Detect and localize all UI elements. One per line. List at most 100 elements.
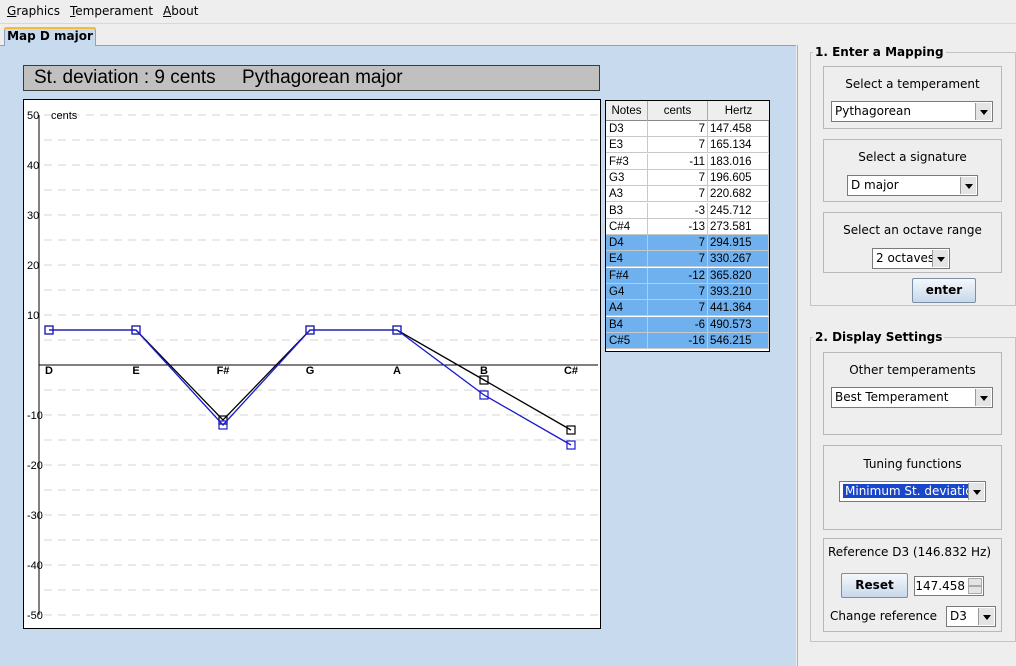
reference-box: Reference D3 (146.832 Hz) Reset 147.458 … — [823, 538, 1002, 632]
octave-select[interactable]: 2 octaves — [872, 248, 950, 269]
header-hertz[interactable]: Hertz — [708, 101, 769, 121]
signature-value: D major — [851, 178, 899, 192]
chevron-down-icon[interactable] — [960, 177, 976, 194]
table-row[interactable]: D4 7 294.915 — [606, 235, 769, 252]
tab-map-d-major[interactable]: Map D major — [4, 27, 96, 46]
table-cell-hertz: 147.458 — [708, 121, 769, 137]
reference-label: Reference D3 (146.832 Hz) — [828, 545, 992, 559]
signature-box: Select a signature D major — [823, 139, 1002, 202]
table-cell-note: E3 — [606, 137, 648, 154]
table-cell-note: B3 — [606, 202, 648, 219]
table-cell-note: D3 — [606, 121, 648, 137]
table-cell-note: D4 — [606, 235, 648, 252]
table-row[interactable]: E4 7 330.267 — [606, 251, 769, 268]
y-tick-label: 20 — [27, 260, 39, 272]
table-row[interactable]: E3 7 165.134 — [606, 137, 769, 154]
chart-canvas: 50 40 30 20 10 -10 -20 -30 -40 -50 cents D E F# G A B C# — [27, 110, 598, 622]
table-cell-hertz: 294.915 — [708, 235, 769, 252]
table-row[interactable]: B3 -3 245.712 — [606, 202, 769, 219]
y-tick-label: 40 — [27, 160, 39, 172]
tuning-functions-select[interactable]: Minimum St. deviation — [839, 481, 986, 502]
table-cell-note: G3 — [606, 169, 648, 186]
chevron-down-icon[interactable] — [978, 608, 994, 625]
table-row[interactable]: D3 7 147.458 — [606, 121, 769, 137]
table-cell-note: C#4 — [606, 218, 648, 235]
deviation-graph: 50 40 30 20 10 -10 -20 -30 -40 -50 cents D E F# G A B C# — [23, 99, 601, 629]
table-cell-hertz: 365.820 — [708, 267, 769, 284]
table-cell-cents: -13 — [648, 218, 708, 235]
deviation-title: St. deviation : 9 cents Pythagorean majo… — [23, 65, 600, 91]
menu-about[interactable]: About — [163, 4, 199, 18]
header-notes[interactable]: Notes — [606, 101, 648, 121]
reference-spinner[interactable]: 147.458 — [914, 576, 984, 596]
chevron-down-icon[interactable] — [975, 103, 991, 120]
table-cell-note: A4 — [606, 300, 648, 317]
other-temperaments-select[interactable]: Best Temperament — [831, 387, 993, 408]
mapping-title: 1. Enter a Mapping — [813, 45, 946, 59]
enter-button[interactable]: enter — [912, 278, 976, 303]
signature-select[interactable]: D major — [847, 175, 978, 196]
table-cell-hertz: 165.134 — [708, 137, 769, 154]
chevron-down-icon[interactable] — [975, 389, 991, 406]
change-reference-value: D3 — [950, 609, 967, 623]
y-tick-label: -30 — [27, 510, 43, 522]
table-row[interactable]: C#4 -13 273.581 — [606, 218, 769, 235]
change-reference-select[interactable]: D3 — [946, 606, 996, 627]
table-cell-hertz: 393.210 — [708, 284, 769, 300]
tuning-functions-box: Tuning functions Minimum St. deviation — [823, 445, 1002, 530]
tuning-functions-label: Tuning functions — [863, 457, 962, 471]
table-row[interactable]: C#5 -16 546.215 — [606, 332, 769, 349]
chevron-down-icon[interactable] — [932, 250, 948, 267]
header-cents[interactable]: cents — [648, 101, 708, 121]
menu-graphics[interactable]: Graphics — [7, 4, 60, 18]
table-row[interactable]: B4 -6 490.573 — [606, 316, 769, 333]
x-tick-label: A — [393, 365, 401, 377]
other-temperaments-value: Best Temperament — [835, 390, 949, 404]
table-cell-cents: 7 — [648, 284, 708, 300]
reset-button[interactable]: Reset — [841, 573, 908, 598]
table-row[interactable]: F#4 -12 365.820 — [606, 267, 769, 284]
table-cell-cents: 7 — [648, 169, 708, 186]
table-row[interactable]: G4 7 393.210 — [606, 284, 769, 300]
signature-label: Select a signature — [858, 150, 967, 164]
y-tick-label: 50 — [27, 110, 39, 122]
x-tick-label: D — [45, 365, 53, 377]
spinner-up-icon[interactable] — [968, 578, 982, 586]
table-cell-hertz: 245.712 — [708, 202, 769, 219]
table-cell-cents: -16 — [648, 332, 708, 349]
right-panel: 1. Enter a Mapping Select a temperament … — [797, 45, 1016, 666]
table-cell-note: A3 — [606, 186, 648, 203]
table-row[interactable]: A4 7 441.364 — [606, 300, 769, 317]
table-cell-note: B4 — [606, 316, 648, 333]
table-cell-hertz: 546.215 — [708, 332, 769, 349]
menu-bar: Graphics Temperament About — [0, 0, 1016, 24]
table-cell-cents: -6 — [648, 316, 708, 333]
notes-table-header: Notes cents Hertz — [606, 101, 769, 121]
table-row[interactable]: G3 7 196.605 — [606, 169, 769, 186]
table-cell-cents: 7 — [648, 300, 708, 317]
tab-active-indicator — [4, 27, 96, 29]
y-tick-label: -10 — [27, 410, 43, 422]
menu-temperament[interactable]: Temperament — [70, 4, 153, 18]
change-reference-label: Change reference — [830, 609, 938, 623]
y-tick-label: -50 — [27, 610, 43, 622]
x-tick-label: F# — [217, 365, 230, 377]
notes-table: Notes cents Hertz D3 7 147.458 E3 7 165.134 F#… — [605, 100, 770, 352]
octave-label: Select an octave range — [843, 223, 982, 237]
table-cell-cents: 7 — [648, 235, 708, 252]
y-tick-label: -40 — [27, 560, 43, 572]
table-cell-cents: -3 — [648, 202, 708, 219]
table-row[interactable]: A3 7 220.682 — [606, 186, 769, 203]
chevron-down-icon[interactable] — [968, 483, 984, 500]
table-cell-cents: 7 — [648, 251, 708, 268]
table-cell-hertz: 441.364 — [708, 300, 769, 317]
temperament-select[interactable]: Pythagorean — [831, 101, 993, 122]
octave-box: Select an octave range 2 octaves — [823, 212, 1002, 273]
display-title: 2. Display Settings — [813, 330, 945, 344]
y-tick-label: -20 — [27, 460, 43, 472]
table-cell-note: G4 — [606, 284, 648, 300]
spinner-down-icon[interactable] — [968, 586, 982, 594]
x-tick-label: C# — [564, 365, 578, 377]
table-row[interactable]: F#3 -11 183.016 — [606, 153, 769, 170]
octave-value: 2 octaves — [876, 251, 935, 265]
